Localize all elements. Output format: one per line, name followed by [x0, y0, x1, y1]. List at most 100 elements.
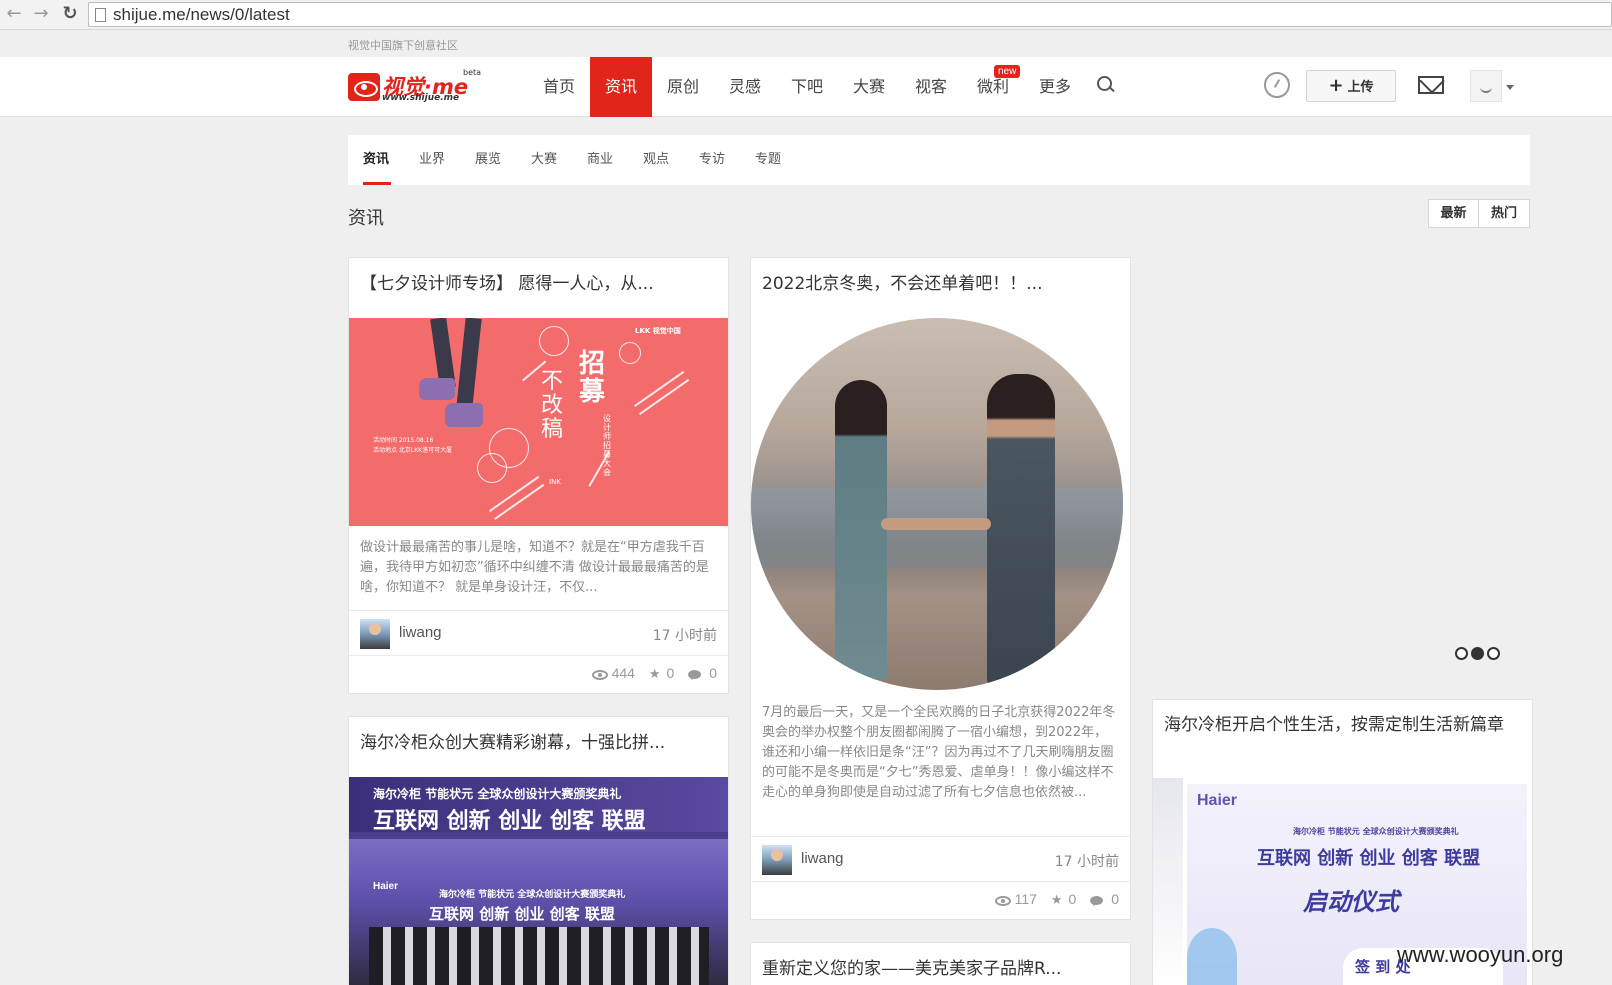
- poster-brand: LKK 视觉中国: [635, 327, 681, 335]
- subnav-item-industry[interactable]: 业界: [419, 135, 445, 185]
- chevron-down-icon[interactable]: [1506, 85, 1514, 90]
- mail-icon[interactable]: [1418, 76, 1444, 94]
- browser-toolbar: ← → ↻ shijue.me/news/0/latest: [0, 0, 1612, 30]
- star-icon: ★: [648, 665, 661, 681]
- sub-nav: 资讯 业界 展览 大赛 商业 观点 专访 专题: [348, 135, 1530, 185]
- post-time: 17 小时前: [1054, 854, 1119, 870]
- card-image[interactable]: [751, 316, 1130, 696]
- site-logo[interactable]: 视觉·me www.shijue.me beta: [348, 68, 482, 105]
- couple-photo: [751, 318, 1123, 690]
- nav-item-contest[interactable]: 大赛: [838, 57, 900, 117]
- url-text[interactable]: shijue.me/news/0/latest: [113, 5, 290, 25]
- search-icon[interactable]: [1096, 75, 1116, 95]
- address-bar[interactable]: shijue.me/news/0/latest: [88, 2, 1612, 27]
- nav-item-vision[interactable]: 视客: [900, 57, 962, 117]
- stage-line-2: 互联网 创新 创业 创客 联盟: [373, 809, 646, 834]
- new-badge: new: [994, 65, 1021, 78]
- divider: [349, 655, 728, 656]
- favorite-count: 0: [666, 664, 675, 681]
- view-count: 117: [1014, 891, 1037, 908]
- card-title[interactable]: 2022北京冬奥，不会还单着吧！！...: [762, 274, 1119, 294]
- logo-beta: beta: [463, 68, 482, 77]
- post-time: 17 小时前: [652, 628, 717, 644]
- active-tab-underline: [363, 182, 391, 185]
- card-title[interactable]: 海尔冷柜众创大赛精彩谢幕，十强比拼...: [360, 733, 717, 753]
- nav-item-news[interactable]: 资讯: [590, 57, 652, 117]
- nav-item-inspiration[interactable]: 灵感: [714, 57, 776, 117]
- author-avatar[interactable]: [360, 619, 390, 649]
- stage-line-1: 海尔冷柜 节能状元 全球众创设计大赛颁奖典礼: [373, 787, 622, 801]
- author-avatar[interactable]: [762, 845, 792, 875]
- nav-item-more[interactable]: 更多: [1024, 57, 1086, 117]
- shoe-shape: [419, 378, 455, 400]
- comment-count: 0: [1111, 891, 1119, 908]
- pager-dot[interactable]: [1455, 647, 1468, 660]
- eye-logo-icon: [348, 73, 380, 101]
- shoe-shape: [445, 403, 483, 427]
- view-stat: 444: [591, 665, 635, 681]
- pager-dot[interactable]: [1487, 647, 1500, 660]
- card-stats: 444 ★ 0 0: [582, 664, 717, 684]
- card-title[interactable]: 重新定义您的家——美克美家子品牌R...: [762, 959, 1119, 979]
- author-name[interactable]: liwang: [399, 624, 442, 641]
- view-stat: 117: [994, 891, 1037, 908]
- subnav-item-interview[interactable]: 专访: [699, 135, 725, 185]
- magnifier-shape: [539, 326, 569, 356]
- nav-item-home[interactable]: 首页: [528, 57, 590, 117]
- card-image[interactable]: 海尔冷柜 节能状元 全球众创设计大赛颁奖典礼 互联网 创新 创业 创客 联盟 H…: [349, 777, 728, 985]
- card-image[interactable]: 招募 不改稿 设计师招募大会 LKK 视觉中国 活动时间 2015.08.16 …: [349, 318, 728, 526]
- banner-line-2: 互联网 创新 创业 创客 联盟: [1257, 848, 1481, 869]
- logo-url: www.shijue.me: [382, 93, 460, 103]
- moon-shape: [619, 342, 641, 364]
- news-card[interactable]: 海尔冷柜众创大赛精彩谢幕，十强比拼... 海尔冷柜 节能状元 全球众创设计大赛颁…: [348, 716, 729, 985]
- author-name[interactable]: liwang: [801, 850, 844, 867]
- subnav-item-opinion[interactable]: 观点: [643, 135, 669, 185]
- subnav-item-news[interactable]: 资讯: [363, 135, 389, 185]
- clock-icon[interactable]: [1264, 72, 1290, 98]
- reload-icon[interactable]: ↻: [59, 3, 81, 25]
- comment-stat[interactable]: 0: [688, 665, 717, 681]
- stage-small-1: 海尔冷柜 节能状元 全球众创设计大赛颁奖典礼: [439, 890, 626, 900]
- forward-arrow-icon[interactable]: →: [30, 3, 52, 25]
- sort-hot-button[interactable]: 热门: [1479, 200, 1529, 227]
- eye-icon: [591, 669, 608, 680]
- news-card[interactable]: 2022北京冬奥，不会还单着吧！！... 7月的最后一天，又是一个全民欢腾的日子…: [750, 257, 1131, 920]
- nav-item-download[interactable]: 下吧: [776, 57, 838, 117]
- poster-headline: 招募: [579, 349, 606, 407]
- page-icon: [95, 8, 106, 22]
- sort-latest-button[interactable]: 最新: [1429, 200, 1479, 227]
- comment-icon: [688, 670, 702, 681]
- news-card[interactable]: 重新定义您的家——美克美家子品牌R...: [750, 942, 1131, 985]
- star-icon: ★: [1050, 891, 1063, 907]
- comment-icon: [1090, 896, 1104, 907]
- plus-icon: +: [1328, 75, 1344, 96]
- divider: [751, 881, 1130, 882]
- author-row: liwang 17 小时前: [360, 619, 717, 649]
- divider: [751, 836, 1130, 837]
- subnav-item-topic[interactable]: 专题: [755, 135, 781, 185]
- banner-brand: Haier: [1197, 792, 1238, 809]
- stage-brand: Haier: [373, 881, 399, 892]
- back-arrow-icon[interactable]: ←: [3, 3, 25, 25]
- favorite-count: 0: [1068, 890, 1077, 907]
- upload-button[interactable]: + 上传: [1306, 70, 1396, 102]
- comment-stat[interactable]: 0: [1090, 891, 1119, 907]
- pillar-shape: [1153, 778, 1183, 985]
- news-card[interactable]: 【七夕设计师专场】 愿得一人心，从... 招募 不改稿 设计师招募大会 LKK …: [348, 257, 729, 694]
- site-header: 视觉·me www.shijue.me beta 首页 资讯 原创 灵感 下吧 …: [0, 57, 1612, 117]
- favorite-stat[interactable]: ★ 0: [1051, 891, 1076, 908]
- user-avatar[interactable]: [1470, 70, 1502, 102]
- site-slogan: 视觉中国旗下创意社区: [348, 39, 458, 52]
- divider: [349, 610, 728, 611]
- subnav-item-business[interactable]: 商业: [587, 135, 613, 185]
- card-title[interactable]: 【七夕设计师专场】 愿得一人心，从...: [360, 274, 717, 294]
- banner-line-3: 启动仪式: [1303, 888, 1399, 916]
- woman-figure: [835, 380, 887, 680]
- sort-toggle: 最新 热门: [1428, 199, 1530, 228]
- card-title[interactable]: 海尔冷柜开启个性生活，按需定制生活新篇章: [1164, 716, 1521, 735]
- pager-dot[interactable]: [1471, 647, 1484, 660]
- subnav-item-exhibition[interactable]: 展览: [475, 135, 501, 185]
- subnav-item-contest[interactable]: 大赛: [531, 135, 557, 185]
- nav-item-original[interactable]: 原创: [652, 57, 714, 117]
- favorite-stat[interactable]: ★ 0: [649, 665, 674, 682]
